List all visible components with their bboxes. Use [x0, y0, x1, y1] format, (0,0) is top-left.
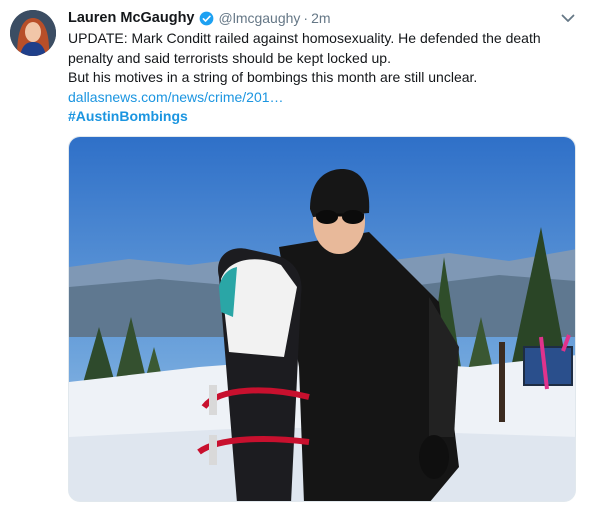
tweet-photo[interactable]: [68, 136, 576, 502]
author-name[interactable]: Lauren McGaughy: [68, 10, 195, 26]
article-link[interactable]: dallasnews.com/news/crime/201…: [68, 89, 284, 105]
tweet-header: Lauren McGaughy @lmcgaughy · 2m: [68, 8, 331, 28]
tweet-text-line: But his motives in a string of bombings …: [68, 69, 478, 85]
avatar-image: [10, 10, 56, 56]
chevron-down-icon[interactable]: [560, 10, 576, 26]
tweet-text-line: penalty and said terrorists should be ke…: [68, 49, 391, 66]
verified-badge-icon: [199, 11, 213, 25]
photo-snowboarder: [69, 137, 575, 501]
header-separator: ·: [303, 10, 309, 26]
tweet-text: UPDATE: Mark Conditt railed against homo…: [68, 29, 588, 127]
author-handle[interactable]: @lmcgaughy: [219, 10, 301, 26]
avatar[interactable]: [10, 10, 56, 56]
tweet-text-line: UPDATE: Mark Conditt railed against homo…: [68, 30, 541, 46]
hashtag-link[interactable]: #AustinBombings: [68, 108, 188, 124]
tweet-timestamp[interactable]: 2m: [311, 10, 330, 26]
tweet[interactable]: Lauren McGaughy @lmcgaughy · 2m UPDATE: …: [0, 0, 610, 511]
